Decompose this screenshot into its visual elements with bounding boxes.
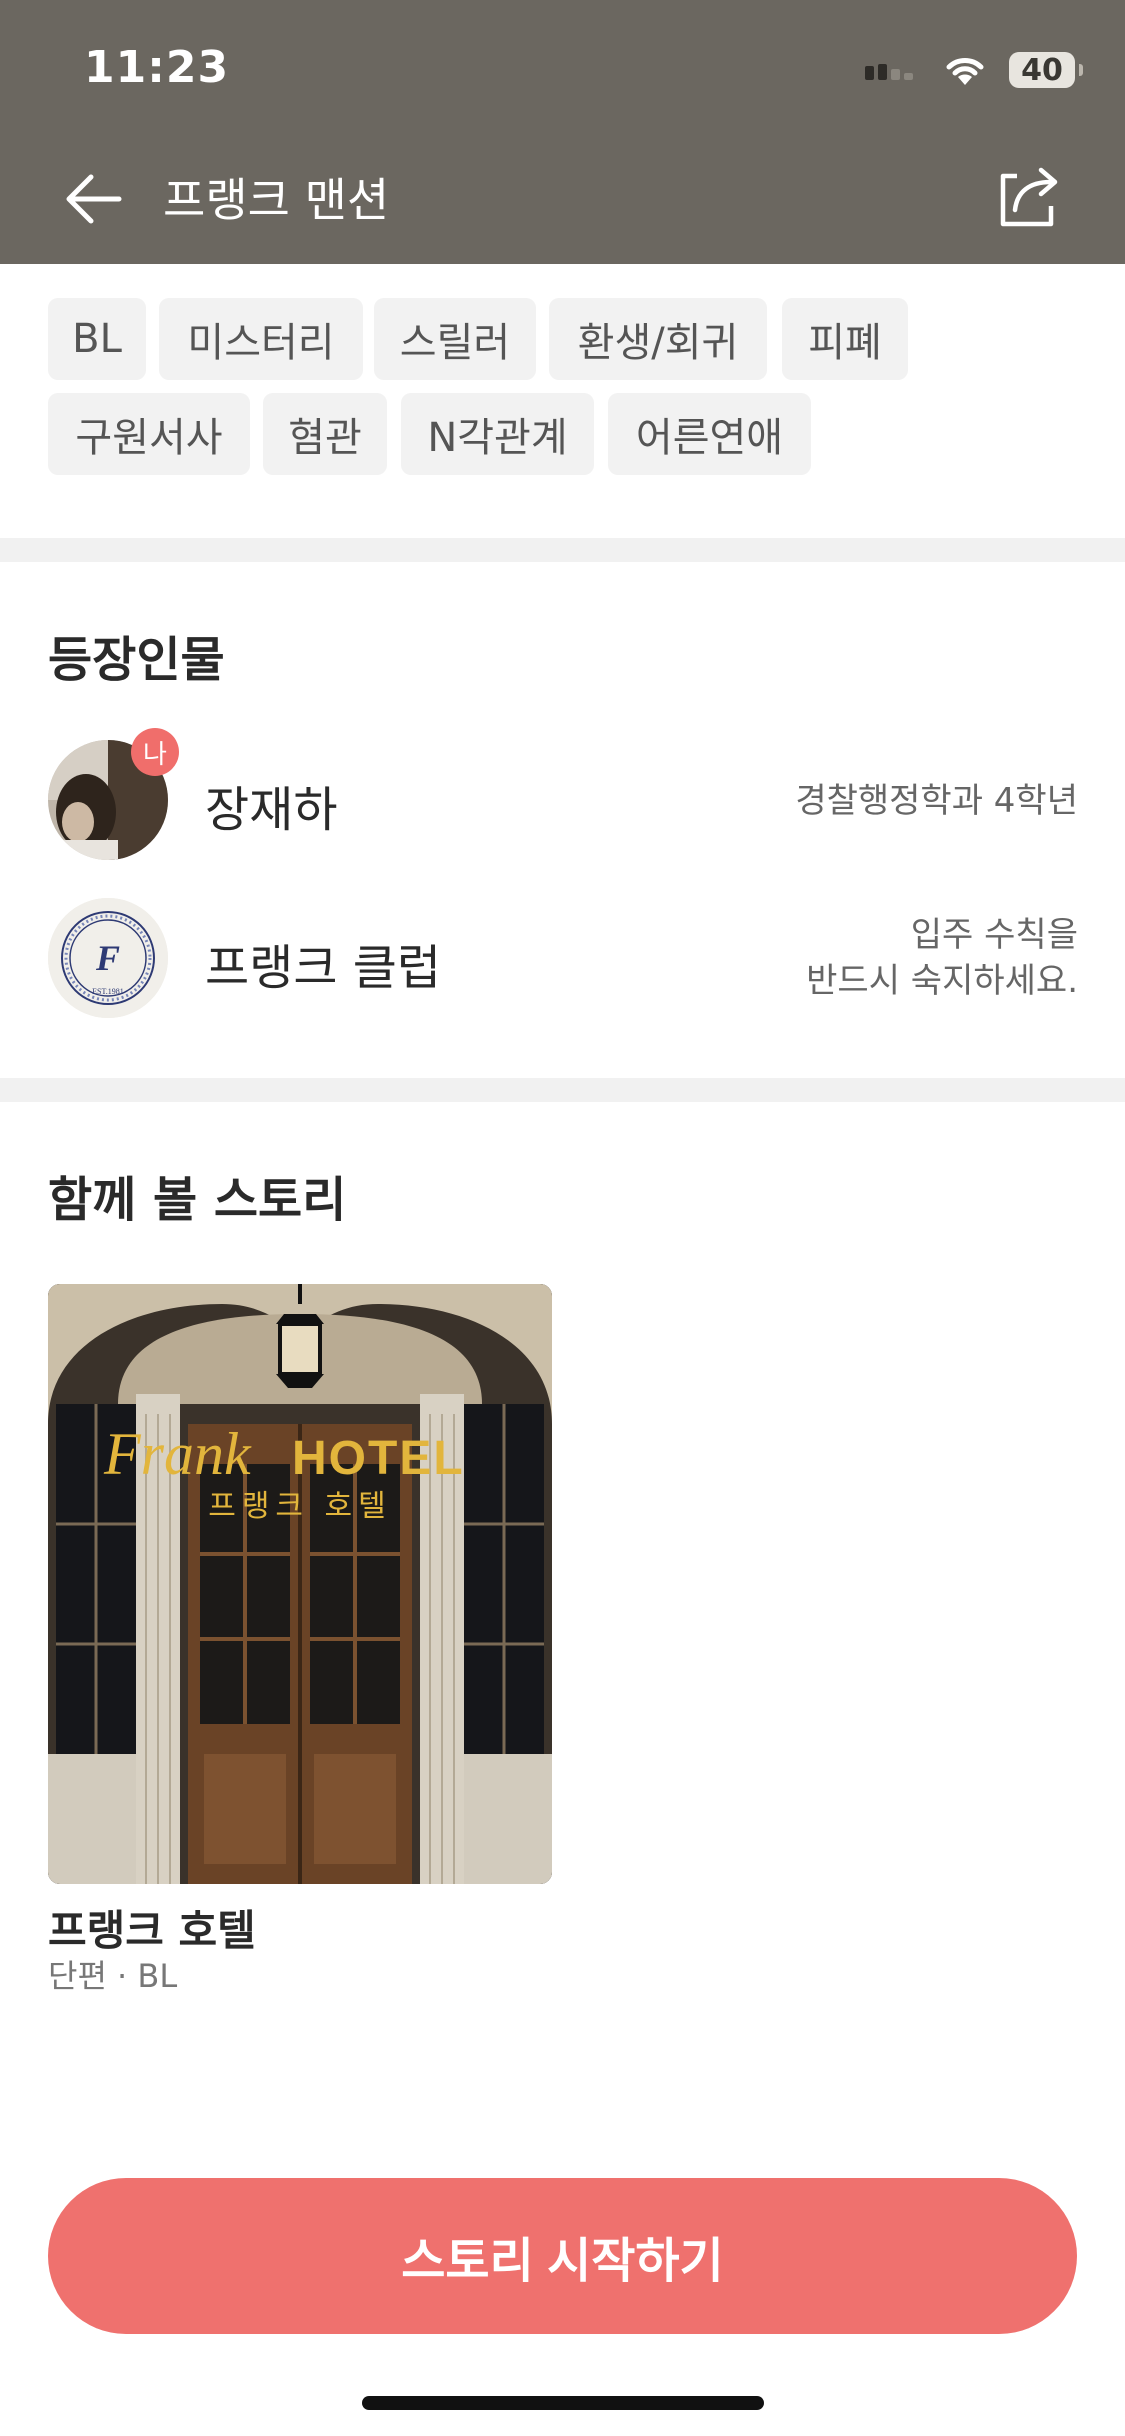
tag-chip[interactable]: 피폐 [782,298,908,380]
hotel-door-illustration-icon: Frank HOTEL 프랭크 호텔 [48,1284,552,1884]
character-description-line: 입주 수칙을 [910,915,1078,955]
app-header: 11:23 40 프랭크 맨션 [0,0,1125,264]
story-title: 프랭크 호텔 [48,1906,256,1955]
share-button[interactable] [995,162,1065,232]
section-divider [0,1078,1125,1102]
characters-section-title: 등장인물 [48,632,225,688]
character-description-line: 반드시 숙지하세요. [806,961,1078,1001]
tag-chip[interactable]: 혐관 [263,393,387,475]
tag-chip[interactable]: 환생/회귀 [549,298,767,380]
avatar: F EST.1981 [48,898,168,1018]
club-logo-icon: F EST.1981 [48,898,168,1018]
character-row[interactable]: F EST.1981 프랭크 클럽 입주 수칙을 반드시 숙지하세요. [48,898,1078,1022]
character-name: 프랭크 클럽 [205,940,442,996]
tag-chip[interactable]: N각관계 [401,393,594,475]
tag-chip[interactable]: BL [48,298,146,380]
cover-title-ko: 프랭크 호텔 [208,1489,392,1524]
character-name: 장재하 [205,782,338,838]
home-indicator [362,2396,764,2410]
wifi-icon [946,58,984,85]
page-title: 프랭크 맨션 [163,173,390,227]
cover-title-en: HOTEL [292,1432,465,1485]
character-row[interactable]: 나 장재하 경찰행정학과 4학년 [48,728,1078,864]
club-logo-ring-text: EST.1981 [92,987,124,996]
club-logo-letter: F [95,938,120,978]
story-card[interactable]: Frank HOTEL 프랭크 호텔 프랭크 호텔 단편 · BL [48,1284,552,1995]
tag-chip[interactable]: 어른연애 [608,393,811,475]
tag-chip[interactable]: 구원서사 [48,393,250,475]
signal-icon [865,64,913,80]
cover-title-en-script: Frank [103,1421,252,1487]
tag-chip[interactable]: 미스터리 [159,298,363,380]
status-time: 11:23 [84,42,230,93]
character-description: 경찰행정학과 4학년 [795,778,1078,824]
arrow-left-icon [66,174,122,224]
back-button[interactable] [60,166,126,232]
tag-chip[interactable]: 스릴러 [374,298,536,380]
start-story-button[interactable]: 스토리 시작하기 [48,2178,1077,2334]
story-meta: 단편 · BL [48,1957,178,1995]
me-badge: 나 [131,728,179,776]
stories-section-title: 함께 볼 스토리 [48,1172,347,1228]
character-description: 입주 수칙을 반드시 숙지하세요. [806,912,1078,1004]
battery-icon: 40 [1009,52,1083,88]
story-cover-image: Frank HOTEL 프랭크 호텔 [48,1284,552,1884]
share-icon [1000,167,1058,227]
section-divider [0,538,1125,562]
character-description-line: 경찰행정학과 4학년 [795,781,1078,821]
status-icons: 40 [865,50,1083,90]
